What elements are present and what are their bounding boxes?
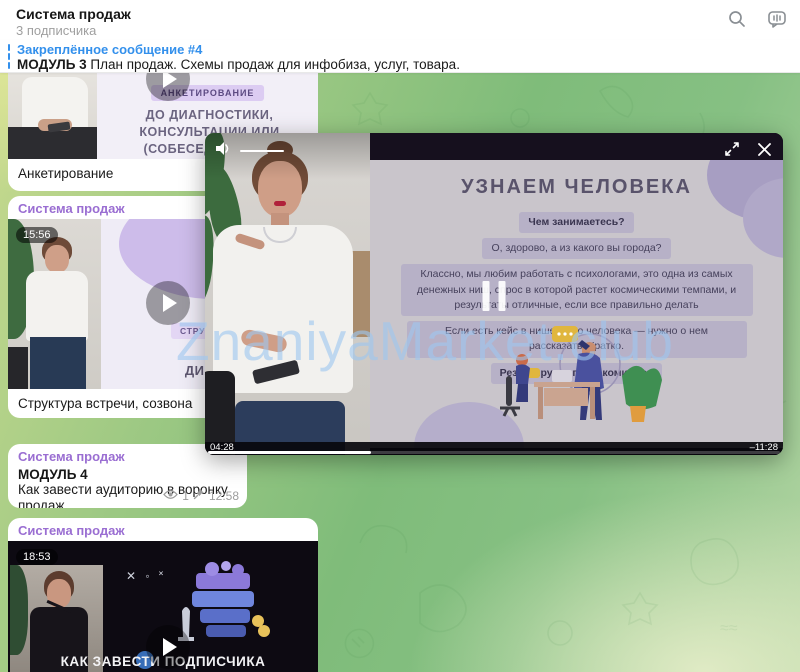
play-icon (163, 294, 177, 312)
volume-slider[interactable] (240, 150, 284, 152)
message-time: 12:58 (209, 489, 239, 503)
close-player-button[interactable] (755, 140, 773, 158)
comments-bubble-icon (766, 8, 788, 35)
slide-title: УЗНАЕМ ЧЕЛОВЕКА (370, 176, 783, 199)
seek-track[interactable] (208, 451, 780, 454)
slide-bubble: Классно, мы любим работать с психологами… (401, 264, 753, 316)
play-button[interactable] (146, 625, 190, 669)
volume-control[interactable] (215, 141, 284, 161)
speaker-icon (215, 141, 232, 161)
pinned-label: Закреплённое сообщение #4 (17, 42, 202, 57)
channel-header[interactable]: Система продаж 3 подписчика (0, 0, 800, 40)
views-eye-icon (163, 489, 178, 503)
discussion-button[interactable] (764, 8, 790, 34)
pin-icon (193, 488, 205, 503)
seek-progress (208, 451, 371, 454)
duration-badge: 15:56 (16, 227, 58, 243)
message-title: МОДУЛЬ 4 (8, 467, 247, 482)
svg-text:≈≈: ≈≈ (720, 620, 738, 637)
fullscreen-button[interactable] (723, 140, 741, 158)
sender-name[interactable]: Система продаж (8, 518, 318, 541)
slide-bubble: Чем занимаетесь? (519, 212, 633, 233)
video-player-overlay[interactable]: УЗНАЕМ ЧЕЛОВЕКА Чем занимаетесь? О, здор… (205, 133, 783, 455)
thumbnail-presenter-photo (8, 73, 97, 159)
play-icon (163, 73, 177, 88)
channel-title: Система продаж (16, 6, 131, 22)
player-presenter-video[interactable] (205, 133, 370, 455)
thumbnail-presenter-photo (8, 219, 101, 389)
chat-area: Z z z ≈≈ АНКЕТИРОВАНИЕ ДО ДИАГНОСТИКИ, К… (0, 73, 800, 672)
channel-subscribers: 3 подписчика (16, 23, 96, 38)
pinned-text: МОДУЛЬ 3 План продаж. Схемы продаж для и… (17, 57, 460, 72)
player-slide-video[interactable]: УЗНАЕМ ЧЕЛОВЕКА Чем занимаетесь? О, здор… (370, 133, 783, 455)
message-video-podpischik[interactable]: Система продаж 18:53 ✕ ◦ ˟ (8, 518, 318, 672)
message-meta: 1 12:58 (163, 488, 239, 503)
player-progress-bar[interactable]: 04:28 –11:28 (205, 442, 783, 455)
video-thumbnail[interactable]: 18:53 ✕ ◦ ˟ (8, 541, 318, 672)
duration-badge: 18:53 (16, 549, 58, 565)
search-button[interactable] (724, 8, 750, 34)
search-icon (727, 9, 747, 34)
play-icon (163, 638, 177, 656)
play-button[interactable] (146, 281, 190, 325)
slide-illustration (370, 324, 783, 424)
pinned-message-bar[interactable]: Закреплённое сообщение #4 МОДУЛЬ 3 План … (0, 40, 800, 73)
pause-icon[interactable] (483, 281, 506, 311)
thumbnail-doodle: ✕ ◦ ˟ (126, 569, 166, 583)
pinned-indicator (8, 44, 10, 69)
slide-bubble: О, здорово, а из какого вы города? (482, 238, 670, 259)
telegram-channel-window: Система продаж 3 подписчика Закреплённое… (0, 0, 800, 672)
views-count: 1 (182, 489, 189, 503)
